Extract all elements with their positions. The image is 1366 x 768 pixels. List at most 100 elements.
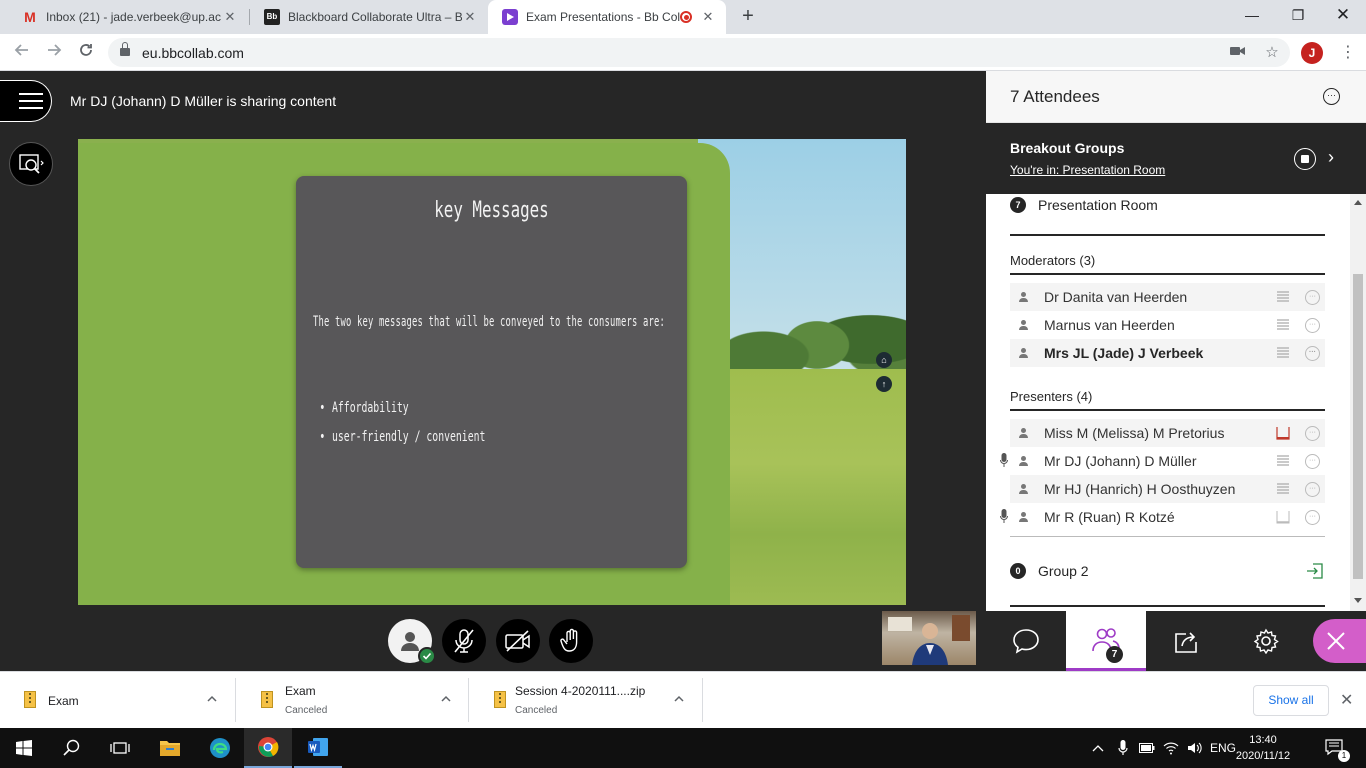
more-options-icon[interactable]: ··· <box>1323 88 1340 105</box>
chevron-up-icon[interactable] <box>205 692 219 706</box>
taskbar-clock[interactable]: 13:40 2020/11/12 <box>1232 732 1294 764</box>
presenter-video-thumbnail[interactable] <box>882 611 976 665</box>
reload-button[interactable] <box>74 41 98 65</box>
collaborate-icon <box>502 9 518 25</box>
download-item[interactable]: Session 4-2020111....zip Canceled <box>470 678 703 722</box>
session-stage: Mr DJ (Johann) D Müller is sharing conte… <box>0 71 986 671</box>
presenter-role-icon <box>1276 511 1290 524</box>
scroll-down-icon[interactable] <box>1354 598 1362 603</box>
chevron-up-icon[interactable] <box>439 692 453 706</box>
wifi-icon[interactable] <box>1162 728 1180 768</box>
back-button[interactable] <box>10 41 34 65</box>
file-explorer-button[interactable] <box>146 728 194 768</box>
raise-hand-button[interactable] <box>549 619 593 663</box>
attendee-options-icon[interactable]: ··· <box>1305 289 1320 305</box>
chrome-button[interactable] <box>244 728 292 768</box>
slide-title: key Messages <box>434 198 549 223</box>
tab-inbox[interactable]: M Inbox (21) - jade.verbeek@up.ac.za ✕ <box>8 0 248 34</box>
room-presentation[interactable]: 7 Presentation Room <box>1010 194 1325 219</box>
task-view-button[interactable] <box>96 728 144 768</box>
scroll-up-icon[interactable] <box>1354 200 1362 205</box>
sharing-status: Mr DJ (Johann) D Müller is sharing conte… <box>70 93 337 109</box>
panel-header: 7 Attendees ··· <box>986 71 1366 123</box>
user-avatar-icon <box>401 632 419 651</box>
show-all-downloads-button[interactable]: Show all <box>1253 685 1329 716</box>
attendee-options-icon[interactable]: ··· <box>1305 481 1320 497</box>
tab-close-icon[interactable]: ✕ <box>462 9 478 25</box>
tray-overflow-icon[interactable] <box>1090 728 1106 768</box>
room-count-badge: 0 <box>1010 563 1026 579</box>
bookmark-star-icon[interactable]: ☆ <box>1262 43 1282 63</box>
start-button[interactable] <box>0 728 48 768</box>
search-button[interactable] <box>48 728 96 768</box>
new-tab-button[interactable]: + <box>737 5 759 27</box>
download-item[interactable]: Exam Canceled <box>237 678 469 722</box>
camera-icon[interactable] <box>1228 43 1248 63</box>
download-item[interactable]: Exam <box>0 678 236 722</box>
browser-menu-icon[interactable]: ⋮ <box>1340 43 1356 63</box>
attendee-name: Marnus van Heerden <box>1044 317 1175 333</box>
chrome-icon <box>258 737 279 757</box>
microphone-toggle[interactable] <box>442 619 486 663</box>
action-center-button[interactable]: 1 <box>1318 728 1352 768</box>
word-button[interactable] <box>294 728 342 768</box>
room-divider <box>1010 234 1325 236</box>
my-status-button[interactable] <box>388 619 436 665</box>
edge-button[interactable] <box>196 728 244 768</box>
close-window-button[interactable]: ✕ <box>1320 0 1366 30</box>
attendee-row-self[interactable]: Mrs JL (Jade) J Verbeek ··· <box>1010 339 1325 367</box>
attendee-options-icon[interactable]: ··· <box>1305 453 1320 469</box>
attendee-row[interactable]: Miss M (Melissa) M Pretorius ··· <box>1010 419 1325 447</box>
room-group-2[interactable]: 0 Group 2 <box>1010 557 1325 585</box>
attendee-row[interactable]: Mr DJ (Johann) D Müller ··· <box>1000 447 1325 475</box>
close-panel-button[interactable] <box>1313 619 1366 663</box>
tab-blackboard[interactable]: Bb Blackboard Collaborate Ultra – Bb ✕ <box>250 0 488 34</box>
attendee-options-icon[interactable]: ··· <box>1305 317 1320 333</box>
attendee-row[interactable]: Mr R (Ruan) R Kotzé ··· <box>1000 503 1325 531</box>
attendee-list: 7 Presentation Room Moderators (3) Dr Da… <box>986 194 1350 611</box>
stop-breakout-icon[interactable] <box>1294 148 1316 170</box>
settings-button[interactable] <box>1226 611 1306 671</box>
attendee-options-icon[interactable]: ··· <box>1305 345 1320 361</box>
attendee-name: Mrs JL (Jade) J Verbeek <box>1044 345 1204 361</box>
attendee-row[interactable]: Mr HJ (Hanrich) H Oosthuyzen ··· <box>1010 475 1325 503</box>
close-shelf-icon[interactable]: ✕ <box>1340 690 1353 710</box>
tab-exam-presentations[interactable]: Exam Presentations - Bb Collaborate ✕ <box>488 0 726 34</box>
chevron-up-icon[interactable] <box>672 692 686 706</box>
attendees-button[interactable]: 7 <box>1066 611 1146 671</box>
microphone-icon <box>1000 453 1008 467</box>
windows-icon <box>16 740 32 756</box>
attendee-options-icon[interactable]: ··· <box>1305 509 1320 525</box>
attendee-row[interactable]: Marnus van Heerden ··· <box>1010 311 1325 339</box>
slide-back-icon[interactable]: ↑ <box>876 376 892 392</box>
microphone-off-icon <box>454 629 474 653</box>
forward-button[interactable] <box>42 41 66 65</box>
tab-close-icon[interactable]: ✕ <box>222 9 238 25</box>
microphone-tray-icon[interactable] <box>1114 728 1132 768</box>
scroll-thumb[interactable] <box>1353 274 1363 579</box>
slide-home-icon[interactable]: ⌂ <box>876 352 892 368</box>
minimize-button[interactable]: — <box>1229 0 1275 30</box>
content-zoom-button[interactable] <box>9 142 53 186</box>
join-group-icon[interactable] <box>1306 562 1324 580</box>
address-bar[interactable]: eu.bbcollab.com ☆ <box>108 38 1290 67</box>
notification-count-badge: 1 <box>1338 750 1350 762</box>
breakout-location-link[interactable]: You're in: Presentation Room <box>1010 163 1165 177</box>
profile-avatar[interactable]: J <box>1301 42 1323 64</box>
share-content-button[interactable] <box>1146 611 1226 671</box>
battery-icon[interactable] <box>1138 728 1156 768</box>
attendees-panel: 7 Attendees ··· Breakout Groups You're i… <box>986 71 1366 671</box>
recording-icon <box>680 11 692 23</box>
attendee-row[interactable]: Dr Danita van Heerden ··· <box>1010 283 1325 311</box>
tab-close-icon[interactable]: ✕ <box>700 9 716 25</box>
restore-button[interactable]: ❐ <box>1275 0 1321 30</box>
chat-button[interactable] <box>986 611 1066 671</box>
attendee-options-icon[interactable]: ··· <box>1305 425 1320 441</box>
session-menu-button[interactable] <box>0 80 52 122</box>
camera-toggle[interactable] <box>496 619 540 663</box>
breakout-title: Breakout Groups <box>1010 140 1125 156</box>
volume-icon[interactable] <box>1186 728 1204 768</box>
chevron-right-icon[interactable]: › <box>1328 147 1334 168</box>
chat-icon <box>1013 629 1039 654</box>
attendee-list-scrollbar[interactable] <box>1350 194 1366 611</box>
